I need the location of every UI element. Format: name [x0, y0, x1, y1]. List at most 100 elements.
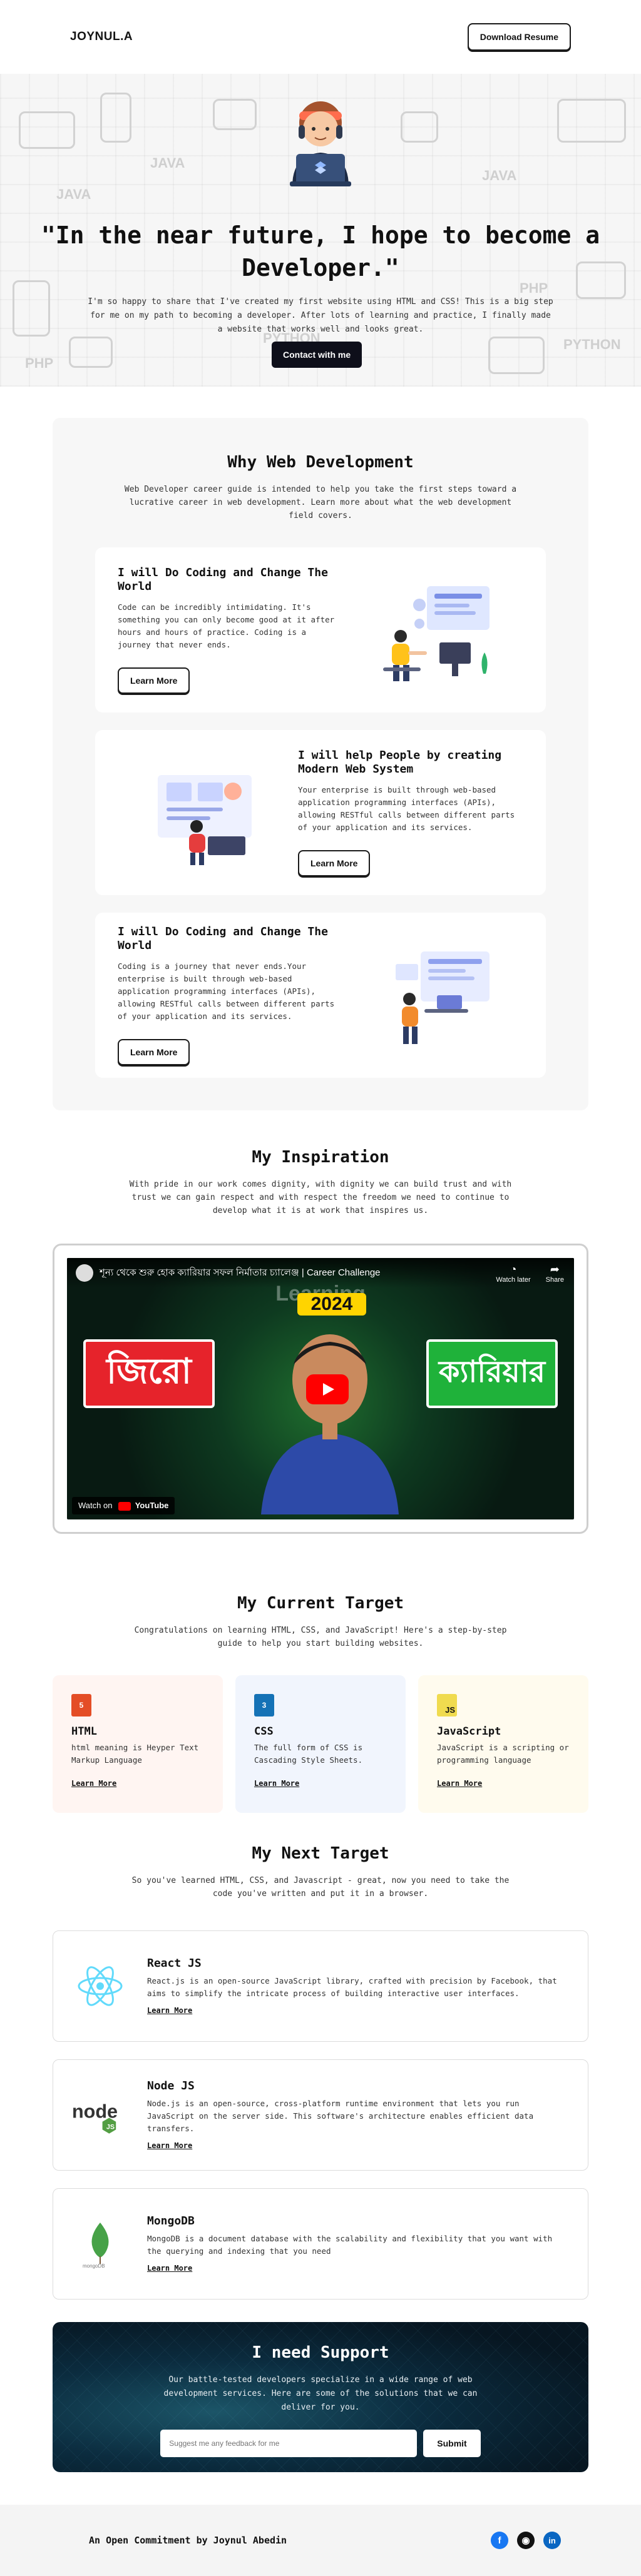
target-title: My Current Target — [237, 1594, 404, 1613]
svg-text:JS: JS — [106, 2124, 115, 2131]
css3-icon: 3 — [254, 1694, 274, 1716]
facebook-icon[interactable]: f — [491, 2532, 508, 2549]
github-icon[interactable]: ◉ — [517, 2532, 535, 2549]
contact-button[interactable]: Contact with me — [272, 342, 362, 368]
why-card: I will Do Coding and Change The World Co… — [95, 913, 546, 1078]
learn-more-button[interactable]: Learn More — [298, 850, 371, 876]
monitor-doodle — [19, 111, 75, 149]
support-text: Our battle-tested developers specialize … — [163, 2375, 478, 2412]
doodle-word: PHP — [25, 355, 54, 371]
next-learn-more-link[interactable]: Learn More — [147, 2006, 192, 2015]
why-card-title: I will Do Coding and Change The World — [118, 925, 328, 952]
phone-doodle — [13, 280, 50, 337]
developer-avatar — [274, 93, 367, 193]
linkedin-icon[interactable]: in — [543, 2532, 561, 2549]
js-icon: JS — [437, 1694, 457, 1716]
target-card-text: JavaScript is a scripting or programming… — [437, 1743, 569, 1765]
doodle-word: JAVA — [56, 186, 91, 202]
window-doodle — [488, 337, 545, 374]
youtube-icon — [118, 1502, 131, 1511]
inspiration-section: My Inspiration With pride in our work co… — [0, 1110, 641, 1534]
next-card-text: Node.js is an open-source, cross-platfor… — [147, 2099, 534, 2133]
node-icon: node JS — [72, 2087, 128, 2143]
play-button[interactable] — [306, 1374, 349, 1404]
svg-text:mongoDB: mongoDB — [83, 2263, 105, 2269]
why-section: Why Web Development Web Developer career… — [53, 418, 588, 1110]
youtube-label: YouTube — [135, 1501, 169, 1511]
coding-illustration — [343, 574, 523, 686]
video-frame: শূন্য থেকে শুরু হোক ক্যারিয়ার সফল নির্ম… — [53, 1244, 588, 1534]
next-card-react: React JS React.js is an open-source Java… — [53, 1930, 588, 2042]
target-subtitle: Congratulations on learning HTML, CSS, a… — [134, 1626, 507, 1648]
inspiration-title: My Inspiration — [252, 1148, 389, 1167]
learn-more-button[interactable]: Learn More — [118, 667, 190, 694]
mongodb-icon: mongoDB — [72, 2216, 128, 2272]
watch-on-youtube[interactable]: Watch on YouTube — [72, 1497, 175, 1514]
video-title[interactable]: শূন্য থেকে শুরু হোক ক্যারিয়ার সফল নির্ম… — [100, 1265, 381, 1281]
site-logo[interactable]: JOYNUL.A — [70, 30, 133, 44]
support-title: I need Support — [252, 2343, 389, 2362]
window-doodle — [401, 111, 438, 143]
next-card-mongodb: mongoDB MongoDB MongoDB is a document da… — [53, 2188, 588, 2300]
next-learn-more-link[interactable]: Learn More — [147, 2264, 192, 2273]
why-title: Why Web Development — [227, 453, 414, 472]
why-card-text: Coding is a journey that never ends.Your… — [118, 961, 335, 1021]
target-card-css: 3 CSS The full form of CSS is Cascading … — [235, 1675, 406, 1813]
react-icon — [72, 1958, 128, 2014]
why-card-text: Your enterprise is built through web-bas… — [298, 785, 515, 832]
watch-on-label: Watch on — [78, 1501, 113, 1511]
target-learn-more-link[interactable]: Learn More — [437, 1779, 482, 1788]
doodle-word: JAVA — [150, 155, 185, 171]
share-button[interactable]: ➦ Share — [546, 1263, 564, 1284]
share-icon: ➦ — [550, 1263, 560, 1275]
target-learn-more-link[interactable]: Learn More — [254, 1779, 299, 1788]
doodle-word: PYTHON — [563, 337, 621, 352]
hero-lead: I'm so happy to share that I've created … — [88, 297, 553, 334]
why-subtitle: Web Developer career guide is intended t… — [124, 485, 517, 520]
current-target-section: My Current Target Congratulations on lea… — [0, 1534, 641, 1813]
clock-icon: ◔ — [510, 1263, 517, 1275]
channel-avatar[interactable] — [76, 1264, 93, 1282]
next-card-text: React.js is an open-source JavaScript li… — [147, 1976, 557, 1998]
web-system-illustration — [118, 756, 298, 869]
next-learn-more-link[interactable]: Learn More — [147, 2141, 192, 2150]
target-learn-more-link[interactable]: Learn More — [71, 1779, 116, 1788]
next-card-text: MongoDB is a document database with the … — [147, 2234, 553, 2256]
why-card-title: I will help People by creating Modern We… — [298, 749, 502, 776]
presenter-image — [261, 1334, 399, 1514]
why-card: I will help People by creating Modern We… — [95, 730, 546, 895]
html5-icon: 5 — [71, 1694, 91, 1716]
site-header: JOYNUL.A Download Resume — [0, 0, 641, 74]
target-card-text: The full form of CSS is Cascading Style … — [254, 1743, 363, 1765]
year-badge: 2024 — [297, 1293, 366, 1316]
next-target-section: My Next Target So you've learned HTML, C… — [0, 1813, 641, 2300]
doodle-word: JAVA — [482, 168, 517, 183]
hero-section: JAVA JAVA PHP PYTHON PHP PYTHON JAVA "In… — [0, 74, 641, 387]
why-card-title: I will Do Coding and Change The World — [118, 566, 328, 593]
developer-desk-illustration — [343, 939, 523, 1052]
target-card-title: JavaScript — [437, 1725, 501, 1738]
download-resume-button[interactable]: Download Resume — [467, 23, 571, 51]
next-card-title: React JS — [147, 1957, 202, 1970]
footer-text: An Open Commitment by Joynul Abedin — [89, 2535, 287, 2546]
watch-later-button[interactable]: ◔ Watch later — [496, 1263, 530, 1284]
feedback-input[interactable] — [160, 2430, 418, 2457]
site-footer: An Open Commitment by Joynul Abedin f ◉ … — [0, 2505, 641, 2576]
submit-button[interactable]: Submit — [423, 2430, 481, 2457]
next-title: My Next Target — [252, 1844, 389, 1863]
feedback-form: Submit — [53, 2430, 588, 2457]
target-card-title: CSS — [254, 1725, 274, 1738]
social-links: f ◉ in — [491, 2532, 561, 2549]
why-card: I will Do Coding and Change The World Co… — [95, 547, 546, 712]
window-doodle — [69, 337, 113, 368]
next-subtitle: So you've learned HTML, CSS, and Javascr… — [131, 1876, 510, 1899]
learn-more-button[interactable]: Learn More — [118, 1039, 190, 1065]
career-badge: ক্যারিয়ার — [426, 1339, 558, 1408]
zero-badge: জিরো — [83, 1339, 215, 1408]
monitor-doodle — [557, 99, 626, 143]
target-card-html: 5 HTML html meaning is Heyper Text Marku… — [53, 1675, 223, 1813]
youtube-video-embed[interactable]: শূন্য থেকে শুরু হোক ক্যারিয়ার সফল নির্ম… — [67, 1258, 574, 1519]
target-card-title: HTML — [71, 1725, 97, 1738]
next-card-title: Node JS — [147, 2079, 195, 2092]
phone-doodle — [100, 93, 131, 143]
